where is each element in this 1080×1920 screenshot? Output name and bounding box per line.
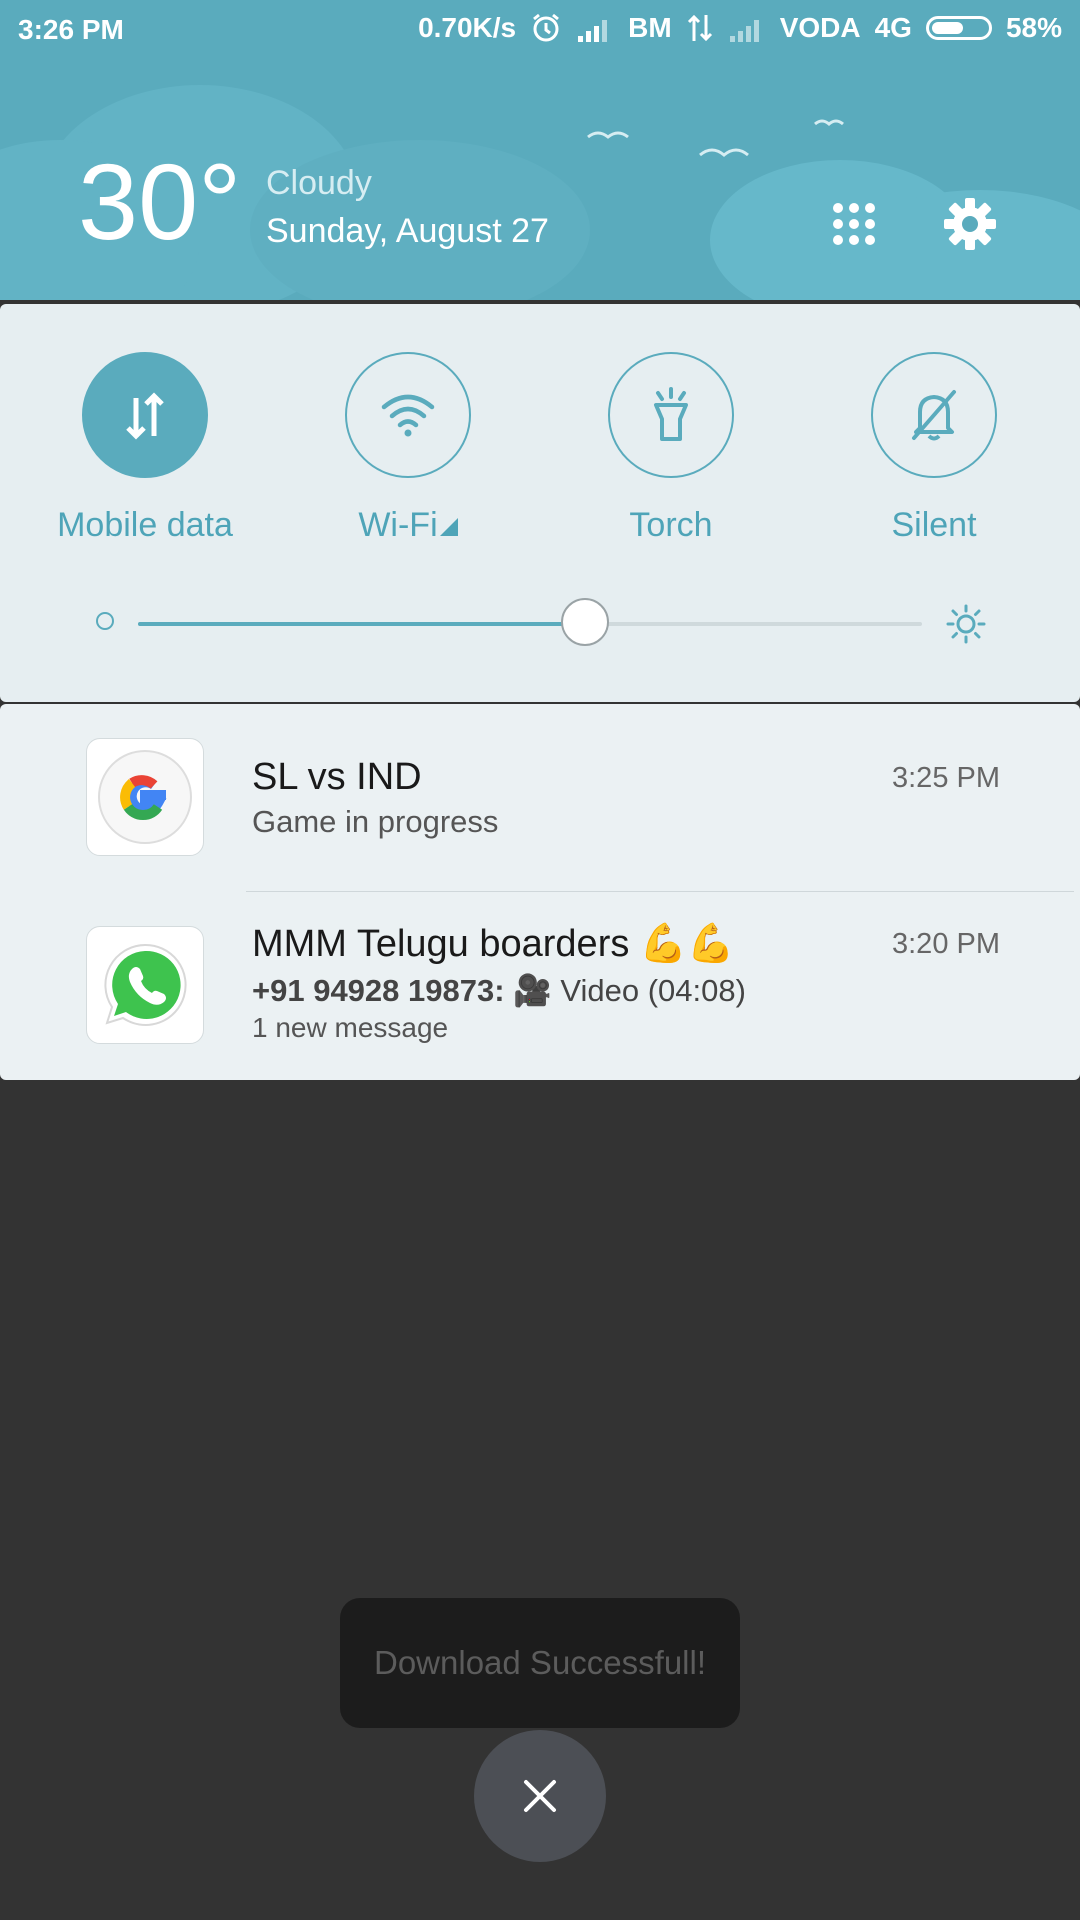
- wifi-more-indicator-icon: [439, 518, 458, 536]
- mobile-data-icon: [126, 392, 164, 440]
- whatsapp-icon: [104, 943, 187, 1026]
- app-grid-icon: [833, 203, 875, 245]
- settings-button[interactable]: [942, 196, 998, 252]
- brightness-slider-fill: [138, 622, 585, 626]
- dismiss-all-button[interactable]: [474, 1730, 606, 1862]
- toggle-mobile-data[interactable]: Mobile data: [30, 352, 260, 545]
- toggle-silent[interactable]: Silent: [819, 352, 1049, 545]
- toggle-label: Torch: [629, 506, 713, 544]
- google-app-icon: [86, 738, 204, 856]
- torch-icon: [654, 387, 688, 441]
- battery-icon: [925, 16, 992, 40]
- battery-percent: 58%: [1005, 12, 1062, 43]
- quick-settings-panel: Mobile data Wi-Fi Torch Silent: [0, 304, 1080, 702]
- temperature: 30°: [78, 141, 242, 262]
- google-icon: [98, 750, 192, 844]
- brightness-low-icon: [96, 612, 114, 630]
- toggle-label: Wi-Fi: [358, 506, 438, 544]
- data-arrows-icon: [687, 14, 712, 42]
- notification-title: SL vs IND: [252, 756, 422, 798]
- close-icon: [524, 1780, 556, 1812]
- torch-button[interactable]: [608, 352, 734, 478]
- brightness-slider-thumb[interactable]: [560, 598, 609, 646]
- toggle-label-wrap: Wi-Fi: [293, 506, 523, 545]
- wifi-button[interactable]: [345, 352, 471, 478]
- notification-item[interactable]: SL vs IND Game in progress 3:25 PM: [0, 704, 1080, 892]
- signal-icon: [578, 20, 608, 42]
- whatsapp-app-icon: [86, 926, 204, 1044]
- weather-header: 3:26 PM 0.70K/s BM VODA 4G 58% 30° Cloud…: [0, 0, 1080, 300]
- toggle-label: Mobile data: [57, 506, 233, 544]
- notification-time: 3:25 PM: [892, 762, 1000, 794]
- mobile-data-button[interactable]: [82, 352, 208, 478]
- brightness-high-icon: [946, 604, 986, 644]
- brightness-slider[interactable]: [138, 598, 922, 646]
- status-bar: 3:26 PM 0.70K/s BM VODA 4G 58%: [0, 0, 1080, 60]
- app-grid-button[interactable]: [826, 196, 882, 252]
- notification-title: MMM Telugu boarders 💪💪: [252, 923, 735, 965]
- carrier-1: BM: [628, 12, 672, 43]
- toast-text: Download Successfull!: [374, 1644, 706, 1681]
- carrier-2: VODA: [779, 12, 861, 43]
- weather-date: Sunday, August 27: [266, 212, 549, 250]
- notification-text: Game in progress: [252, 804, 499, 839]
- notification-text: 🎥 Video (04:08): [513, 973, 746, 1008]
- alarm-icon: [533, 13, 560, 42]
- toggle-torch[interactable]: Torch: [556, 352, 786, 545]
- signal-icon: [729, 20, 759, 42]
- notification-sender: +91 94928 19873:: [252, 973, 505, 1008]
- silent-bell-icon: [912, 390, 956, 441]
- wifi-icon: [381, 394, 435, 437]
- toggle-wifi[interactable]: Wi-Fi: [293, 352, 523, 545]
- status-time: 3:26 PM: [18, 14, 124, 45]
- network-type: 4G: [874, 12, 912, 43]
- network-speed: 0.70K/s: [418, 12, 517, 43]
- notification-panel: SL vs IND Game in progress 3:25 PM MMM T…: [0, 704, 1080, 1080]
- silent-button[interactable]: [871, 352, 997, 478]
- notification-time: 3:20 PM: [892, 928, 1000, 960]
- notification-item[interactable]: MMM Telugu boarders 💪💪 +91 94928 19873: …: [0, 892, 1080, 1072]
- toggle-label: Silent: [891, 506, 977, 544]
- gear-icon: [944, 198, 996, 250]
- toast-message: Download Successfull!: [340, 1598, 740, 1728]
- notification-subtext: 1 new message: [252, 1012, 449, 1043]
- notification-message-line: +91 94928 19873: 🎥 Video (04:08): [252, 972, 746, 1009]
- weather-condition: Cloudy: [266, 164, 372, 202]
